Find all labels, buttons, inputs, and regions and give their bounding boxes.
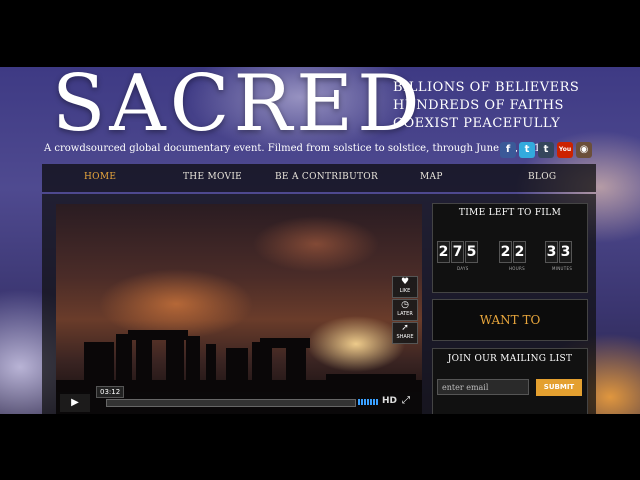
time-display: 03:12 (96, 386, 125, 398)
nav-blog[interactable]: BLOG (528, 172, 556, 182)
tumblr-icon[interactable]: t (538, 142, 554, 158)
twitter-icon[interactable]: t (519, 142, 535, 158)
site-subtitle: A crowdsourced global documentary event.… (44, 143, 550, 154)
instagram-icon[interactable]: ◉ (576, 142, 592, 158)
stonehenge-silhouette (56, 330, 422, 414)
social-links: f t t You ◉ (500, 142, 592, 158)
heart-icon: ♥ (400, 277, 410, 287)
minutes-digit: 3 (559, 241, 572, 263)
fullscreen-icon[interactable]: ⤢ (402, 395, 410, 406)
video-controls: ▶ 03:12 HD ⤢ (56, 386, 422, 414)
youtube-icon[interactable]: You (557, 142, 573, 158)
minutes-label: MINUTES (552, 266, 573, 271)
volume-icon[interactable] (358, 399, 378, 405)
email-input[interactable] (437, 379, 529, 395)
share-label: SHARE (396, 334, 414, 340)
tagline-line: BILLIONS OF BELIEVERS (393, 80, 580, 95)
days-digit: 2 (437, 241, 450, 263)
page-background: SACRED BILLIONS OF BELIEVERS HUNDREDS OF… (0, 67, 640, 414)
nav-be-a-contributor[interactable]: BE A CONTRIBUTOR (275, 172, 378, 182)
minutes-digit: 3 (545, 241, 558, 263)
days-digit: 5 (465, 241, 478, 263)
want-to-contribute-button[interactable]: WANT TO CONTRIBUTE? (432, 299, 588, 367)
hours-digit: 2 (513, 241, 526, 263)
site-logo[interactable]: SACRED (52, 67, 424, 143)
hours-label: HOURS (509, 266, 525, 271)
main-nav: HOME THE MOVIE BE A CONTRIBUTOR MAP BLOG (42, 164, 596, 192)
facebook-icon[interactable]: f (500, 142, 516, 158)
nav-map[interactable]: MAP (420, 172, 443, 182)
watch-later-button[interactable]: ◷ LATER (392, 299, 418, 321)
days-label: DAYS (457, 266, 469, 271)
hd-toggle[interactable]: HD (382, 396, 397, 406)
nav-the-movie[interactable]: THE MOVIE (183, 172, 242, 182)
video-player[interactable]: ♥ LIKE ◷ LATER ➚ SHARE ▶ 03:12 HD ⤢ (56, 204, 422, 414)
tagline-line: COEXIST PEACEFULLY (393, 116, 561, 131)
tagline-line: HUNDREDS OF FAITHS (393, 98, 564, 113)
like-label: LIKE (399, 288, 411, 294)
nav-home[interactable]: HOME (84, 172, 116, 182)
share-icon: ➚ (401, 323, 409, 333)
countdown-box: TIME LEFT TO FILM 2 7 5 2 2 3 3 DAYS HOU… (432, 203, 588, 293)
play-button[interactable]: ▶ (60, 394, 90, 412)
share-button[interactable]: ➚ SHARE (392, 322, 418, 344)
play-icon: ▶ (71, 397, 79, 408)
tagline: BILLIONS OF BELIEVERS HUNDREDS OF FAITHS… (393, 79, 579, 133)
like-button[interactable]: ♥ LIKE (392, 276, 418, 298)
progress-bar[interactable] (106, 399, 356, 407)
countdown-title: TIME LEFT TO FILM (458, 208, 562, 218)
later-label: LATER (397, 311, 413, 317)
submit-button[interactable]: SUBMIT (536, 379, 582, 396)
clock-icon: ◷ (401, 300, 409, 310)
letterbox-bottom (0, 414, 640, 480)
mailing-list-title: JOIN OUR MAILING LIST (447, 354, 573, 364)
hours-digit: 2 (499, 241, 512, 263)
mailing-list-box: JOIN OUR MAILING LIST SUBMIT (432, 348, 588, 414)
days-digit: 7 (451, 241, 464, 263)
letterbox-top (0, 0, 640, 67)
